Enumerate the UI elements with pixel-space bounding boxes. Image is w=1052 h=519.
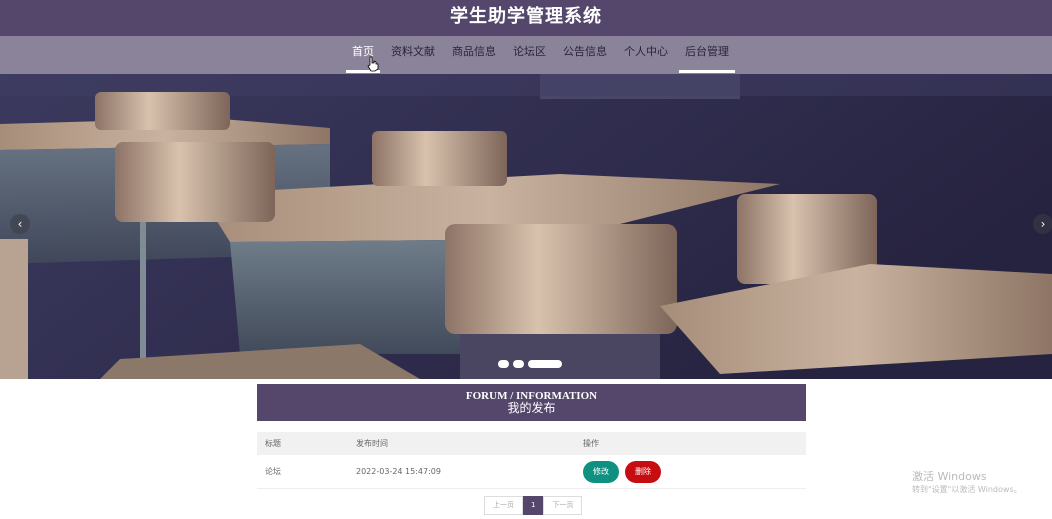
table-row: 论坛 2022-03-24 15:47:09 修改 删除 [257, 455, 806, 489]
hero-carousel[interactable]: ‹ › [0, 74, 1052, 379]
nav-item-products[interactable]: 商品信息 [446, 36, 502, 74]
watermark-line2: 转到"设置"以激活 Windows。 [912, 485, 1022, 494]
watermark-line1: 激活 Windows [912, 470, 987, 483]
section-title-en: FORUM / INFORMATION [465, 390, 598, 402]
section-title-zh: 我的发布 [507, 401, 556, 415]
windows-activation-watermark: 激活 Windows 转到"设置"以激活 Windows。 [912, 468, 1022, 495]
carousel-indicators [498, 360, 562, 368]
carousel-dot-1[interactable] [498, 360, 509, 368]
nav-item-announcements[interactable]: 公告信息 [557, 36, 613, 74]
nav-item-forum[interactable]: 论坛区 [507, 36, 552, 74]
chevron-left-icon: ‹ [17, 217, 23, 231]
chevron-right-icon: › [1040, 217, 1046, 231]
carousel-dot-2[interactable] [513, 360, 524, 368]
mouse-cursor-icon [367, 56, 379, 72]
cell-publish-time: 2022-03-24 15:47:09 [348, 455, 575, 489]
table-header-row: 标题 发布时间 操作 [257, 432, 806, 455]
my-posts-table: 标题 发布时间 操作 论坛 2022-03-24 15:47:09 修改 删除 [257, 432, 806, 489]
carousel-prev-button[interactable]: ‹ [10, 214, 30, 234]
top-header: 学生助学管理系统 [0, 0, 1052, 36]
section-header: FORUM / INFORMATION 我的发布 [257, 384, 806, 421]
nav-menu: 首页 资料文献 商品信息 论坛区 公告信息 个人中心 后台管理 [346, 36, 740, 74]
navigation-bar: 首页 资料文献 商品信息 论坛区 公告信息 个人中心 后台管理 [0, 36, 1052, 74]
carousel-dot-3-active[interactable] [528, 360, 562, 368]
edit-button[interactable]: 修改 [583, 460, 619, 483]
column-actions: 操作 [575, 432, 806, 455]
column-title: 标题 [257, 432, 348, 455]
classroom-banner-image [0, 74, 1052, 379]
nav-item-documents[interactable]: 资料文献 [385, 36, 441, 74]
carousel-next-button[interactable]: › [1033, 214, 1052, 234]
prev-page-button[interactable]: 上一页 [484, 496, 523, 515]
nav-item-personal-center[interactable]: 个人中心 [618, 36, 674, 74]
next-page-button[interactable]: 下一页 [543, 496, 583, 515]
nav-item-admin[interactable]: 后台管理 [679, 36, 735, 74]
current-page-number[interactable]: 1 [523, 496, 544, 515]
column-publish-time: 发布时间 [348, 432, 575, 455]
site-title: 学生助学管理系统 [450, 6, 602, 27]
pagination: 上一页 1 下一页 [484, 496, 583, 515]
delete-button[interactable]: 删除 [625, 460, 661, 483]
cell-actions: 修改 删除 [575, 455, 806, 489]
cell-title: 论坛 [257, 455, 348, 489]
